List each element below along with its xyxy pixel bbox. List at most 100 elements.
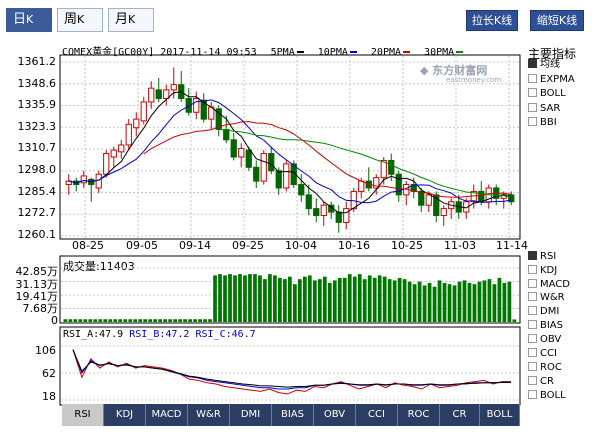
ma10-legend-label: 10PMA bbox=[317, 47, 348, 58]
sub-indicator-dmi-label: DMI bbox=[540, 306, 560, 317]
tab-rsi[interactable]: RSI bbox=[62, 404, 104, 426]
sub-indicator-cr[interactable]: CR bbox=[528, 376, 554, 388]
tab-week-k[interactable]: 周K bbox=[57, 8, 103, 32]
indicator-boll[interactable]: BOLL bbox=[528, 88, 566, 100]
candle-up bbox=[65, 180, 72, 186]
volume-bar bbox=[148, 319, 153, 322]
ma30-legend-swatch bbox=[456, 51, 464, 53]
price-tick: 1272.7 bbox=[17, 206, 57, 219]
volume-bar bbox=[223, 275, 227, 322]
indicator-sar-checkbox[interactable] bbox=[528, 103, 537, 112]
sub-indicator-macd[interactable]: MACD bbox=[528, 279, 570, 291]
sub-indicator-boll[interactable]: BOLL bbox=[528, 390, 566, 402]
date-tick: 09-05 bbox=[126, 239, 158, 252]
sub-indicator-roc-checkbox[interactable] bbox=[528, 362, 537, 371]
indicator-ma[interactable]: 均线 bbox=[528, 59, 560, 71]
sub-indicator-dmi-checkbox[interactable] bbox=[528, 306, 537, 315]
sub-indicator-bias-checkbox[interactable] bbox=[528, 320, 537, 329]
price-tick: 1335.9 bbox=[17, 98, 57, 111]
candle-down bbox=[253, 166, 260, 182]
sub-indicator-kdj[interactable]: KDJ bbox=[528, 265, 557, 277]
tab-week-label: 周 bbox=[64, 12, 78, 27]
sub-indicator-obv[interactable]: OBV bbox=[528, 334, 561, 346]
candle-down bbox=[268, 153, 275, 172]
candle-up bbox=[358, 180, 365, 192]
indicator-ma-checkbox[interactable] bbox=[528, 59, 537, 68]
sub-indicator-wr-checkbox[interactable] bbox=[528, 292, 537, 301]
ma-lines-layer bbox=[68, 91, 512, 214]
volume-bar bbox=[502, 282, 507, 322]
candle-up bbox=[140, 101, 147, 122]
candle-up bbox=[193, 97, 200, 113]
tab-wr[interactable]: W&R bbox=[188, 404, 230, 426]
chart-title: COMEX黄金[GC00Y] 2017-11-14 09:53 bbox=[62, 47, 257, 58]
volume-bars-layer bbox=[63, 274, 517, 322]
tab-dmi[interactable]: DMI bbox=[230, 404, 272, 426]
indicator-expma[interactable]: EXPMA bbox=[528, 74, 575, 86]
tab-roc[interactable]: ROC bbox=[398, 404, 440, 426]
volume-bar bbox=[462, 280, 467, 322]
sub-indicator-boll-checkbox[interactable] bbox=[528, 390, 537, 399]
volume-bar bbox=[507, 281, 512, 322]
indicator-bbi-checkbox[interactable] bbox=[528, 117, 537, 126]
volume-bar bbox=[188, 319, 192, 322]
tab-macd[interactable]: MACD bbox=[146, 404, 188, 426]
sub-indicator-obv-checkbox[interactable] bbox=[528, 334, 537, 343]
volume-bar bbox=[397, 277, 402, 322]
candle-up bbox=[440, 208, 447, 217]
volume-bar bbox=[93, 319, 98, 322]
indicator-bbi-label: BBI bbox=[540, 117, 557, 128]
sub-indicator-cci[interactable]: CCI bbox=[528, 348, 557, 360]
sub-indicator-roc[interactable]: ROC bbox=[528, 362, 562, 374]
volume-bar bbox=[178, 319, 182, 322]
sub-indicator-kdj-checkbox[interactable] bbox=[528, 265, 537, 274]
sub-indicator-cci-label: CCI bbox=[540, 348, 557, 359]
indicator-bbi[interactable]: BBI bbox=[528, 117, 557, 129]
volume-bar bbox=[203, 319, 207, 322]
tab-bias[interactable]: BIAS bbox=[272, 404, 314, 426]
volume-bar bbox=[68, 319, 73, 322]
tab-cr[interactable]: CR bbox=[440, 404, 480, 426]
sub-indicator-cci-checkbox[interactable] bbox=[528, 348, 537, 357]
sub-indicator-macd-checkbox[interactable] bbox=[528, 279, 537, 288]
candle-down bbox=[290, 163, 297, 186]
sub-indicator-bias-label: BIAS bbox=[540, 320, 563, 331]
rsi-a-label: RSI_A:47.9 bbox=[63, 329, 124, 340]
indicator-sar[interactable]: SAR bbox=[528, 103, 560, 115]
volume-bar bbox=[183, 319, 187, 322]
sub-indicator-wr[interactable]: W&R bbox=[528, 292, 565, 304]
sub-indicator-cr-checkbox[interactable] bbox=[528, 376, 537, 385]
volume-bar bbox=[377, 275, 382, 322]
sub-indicator-rsi[interactable]: RSI bbox=[528, 251, 556, 263]
tab-day-k[interactable]: 日K bbox=[6, 8, 52, 32]
tab-obv[interactable]: OBV bbox=[314, 404, 356, 426]
volume-bar bbox=[447, 284, 452, 322]
tab-cci[interactable]: CCI bbox=[356, 404, 398, 426]
volume-bar bbox=[412, 284, 417, 322]
expand-k-button[interactable]: 拉长K线 bbox=[466, 10, 518, 31]
sub-indicator-dmi[interactable]: DMI bbox=[528, 306, 559, 318]
indicator-boll-checkbox[interactable] bbox=[528, 88, 537, 97]
volume-bar bbox=[322, 276, 327, 322]
volume-bar bbox=[198, 319, 202, 322]
volume-bar bbox=[422, 285, 427, 322]
candle-up bbox=[283, 163, 290, 189]
tab-kdj[interactable]: KDJ bbox=[104, 404, 146, 426]
date-tick: 08-25 bbox=[72, 239, 104, 252]
indicator-expma-checkbox[interactable] bbox=[528, 74, 537, 83]
tab-month-k[interactable]: 月K bbox=[108, 8, 154, 32]
volume-bar bbox=[128, 319, 133, 322]
candle-down bbox=[410, 184, 417, 192]
sub-indicator-bias[interactable]: BIAS bbox=[528, 320, 563, 332]
sub-indicator-rsi-checkbox[interactable] bbox=[528, 251, 537, 260]
volume-bar bbox=[362, 279, 367, 322]
sub-indicator-boll-label: BOLL bbox=[540, 390, 566, 401]
candle-up bbox=[163, 89, 170, 99]
tab-boll[interactable]: BOLL bbox=[480, 404, 520, 426]
shrink-k-button[interactable]: 缩短K线 bbox=[530, 10, 584, 31]
indicator-expma-label: EXPMA bbox=[540, 74, 575, 85]
volume-bar bbox=[243, 275, 247, 322]
volume-bar bbox=[83, 319, 88, 322]
candle-up bbox=[133, 118, 140, 129]
volume-bar bbox=[337, 277, 342, 322]
